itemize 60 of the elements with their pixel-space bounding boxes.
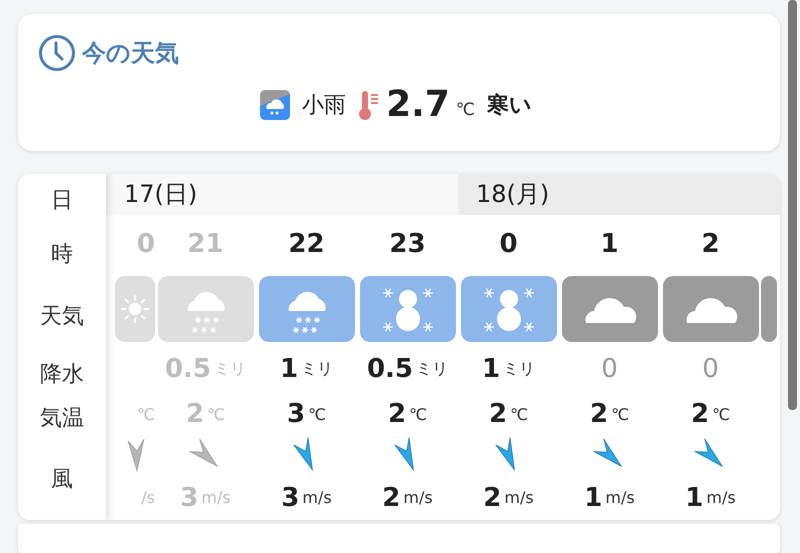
- temperature-unit: ℃: [510, 404, 528, 424]
- hour-text: 0: [136, 229, 155, 260]
- section-title: 今の天気: [82, 38, 179, 69]
- rain-cloud-icon: [260, 90, 290, 120]
- wind-speed-unit: m/s: [302, 488, 332, 508]
- wind-speed-value: 2: [382, 482, 400, 513]
- date-header: 18(月): [458, 174, 780, 216]
- scrollbar[interactable]: [788, 0, 797, 410]
- precipitation-value: 0.5: [366, 354, 414, 384]
- row-label: 気温: [39, 404, 85, 433]
- hour-text: 0: [499, 229, 518, 260]
- hour-text: 21: [187, 229, 224, 260]
- wind-speed-value: 1: [584, 482, 602, 513]
- hour-text: 1: [600, 229, 619, 260]
- precipitation-value: 1: [280, 354, 298, 384]
- row-label: 風: [50, 466, 74, 494]
- wind-speed-value: 3: [281, 482, 300, 513]
- wind-speed-unit: m/s: [504, 488, 534, 508]
- temperature-value: 2: [488, 399, 508, 430]
- temperature-value: 2: [186, 399, 204, 430]
- temperature-unit: ℃: [207, 404, 226, 424]
- temperature-unit: ℃: [137, 404, 155, 424]
- temperature-value: 2: [388, 399, 406, 430]
- precipitation-value: 0.5: [164, 354, 212, 384]
- wind-speed-value: 1: [685, 482, 704, 513]
- wind-speed-value: 3: [180, 482, 198, 513]
- wind-speed-unit: m/s: [201, 488, 231, 508]
- wind-speed-unit: m/s: [706, 488, 736, 508]
- hour-text: 2: [701, 229, 720, 260]
- feeling-text: 寒い: [486, 92, 532, 120]
- temperature-unit: ℃: [611, 404, 630, 424]
- hour-text: 22: [288, 229, 325, 260]
- temperature-value: 2: [590, 399, 608, 430]
- temperature-value: 2.7: [386, 84, 450, 125]
- temperature-value: 3: [286, 399, 306, 430]
- wind-speed-unit: m/s: [605, 488, 635, 508]
- row-label: 降水: [39, 361, 85, 390]
- temperature-value: 2: [690, 399, 710, 430]
- row-label: 天気: [39, 303, 85, 332]
- row-label: 時: [50, 240, 74, 269]
- row-label: 日: [50, 186, 74, 215]
- wind-speed-unit: /s: [141, 488, 155, 508]
- temperature-unit: ℃: [712, 404, 730, 424]
- temperature-unit: ℃: [308, 404, 326, 424]
- temperature-unit: ℃: [409, 404, 428, 424]
- thermometer-icon: [358, 88, 380, 120]
- date-header: 17(日): [106, 174, 458, 216]
- weather-text: 小雨: [302, 92, 346, 120]
- precipitation-value: 1: [482, 354, 500, 384]
- precipitation-unit: ミリ: [214, 358, 246, 380]
- precipitation-unit: ミリ: [301, 358, 334, 380]
- temperature-unit: ℃: [456, 100, 475, 120]
- precipitation-unit: ミリ: [416, 358, 448, 380]
- clock-icon: [38, 34, 76, 72]
- wind-speed-unit: m/s: [403, 488, 433, 508]
- precipitation-value: 0: [702, 354, 719, 384]
- wind-speed-value: 2: [483, 482, 502, 513]
- precipitation-unit: ミリ: [503, 358, 536, 380]
- hour-text: 23: [389, 229, 426, 260]
- precipitation-value: 0: [601, 354, 618, 384]
